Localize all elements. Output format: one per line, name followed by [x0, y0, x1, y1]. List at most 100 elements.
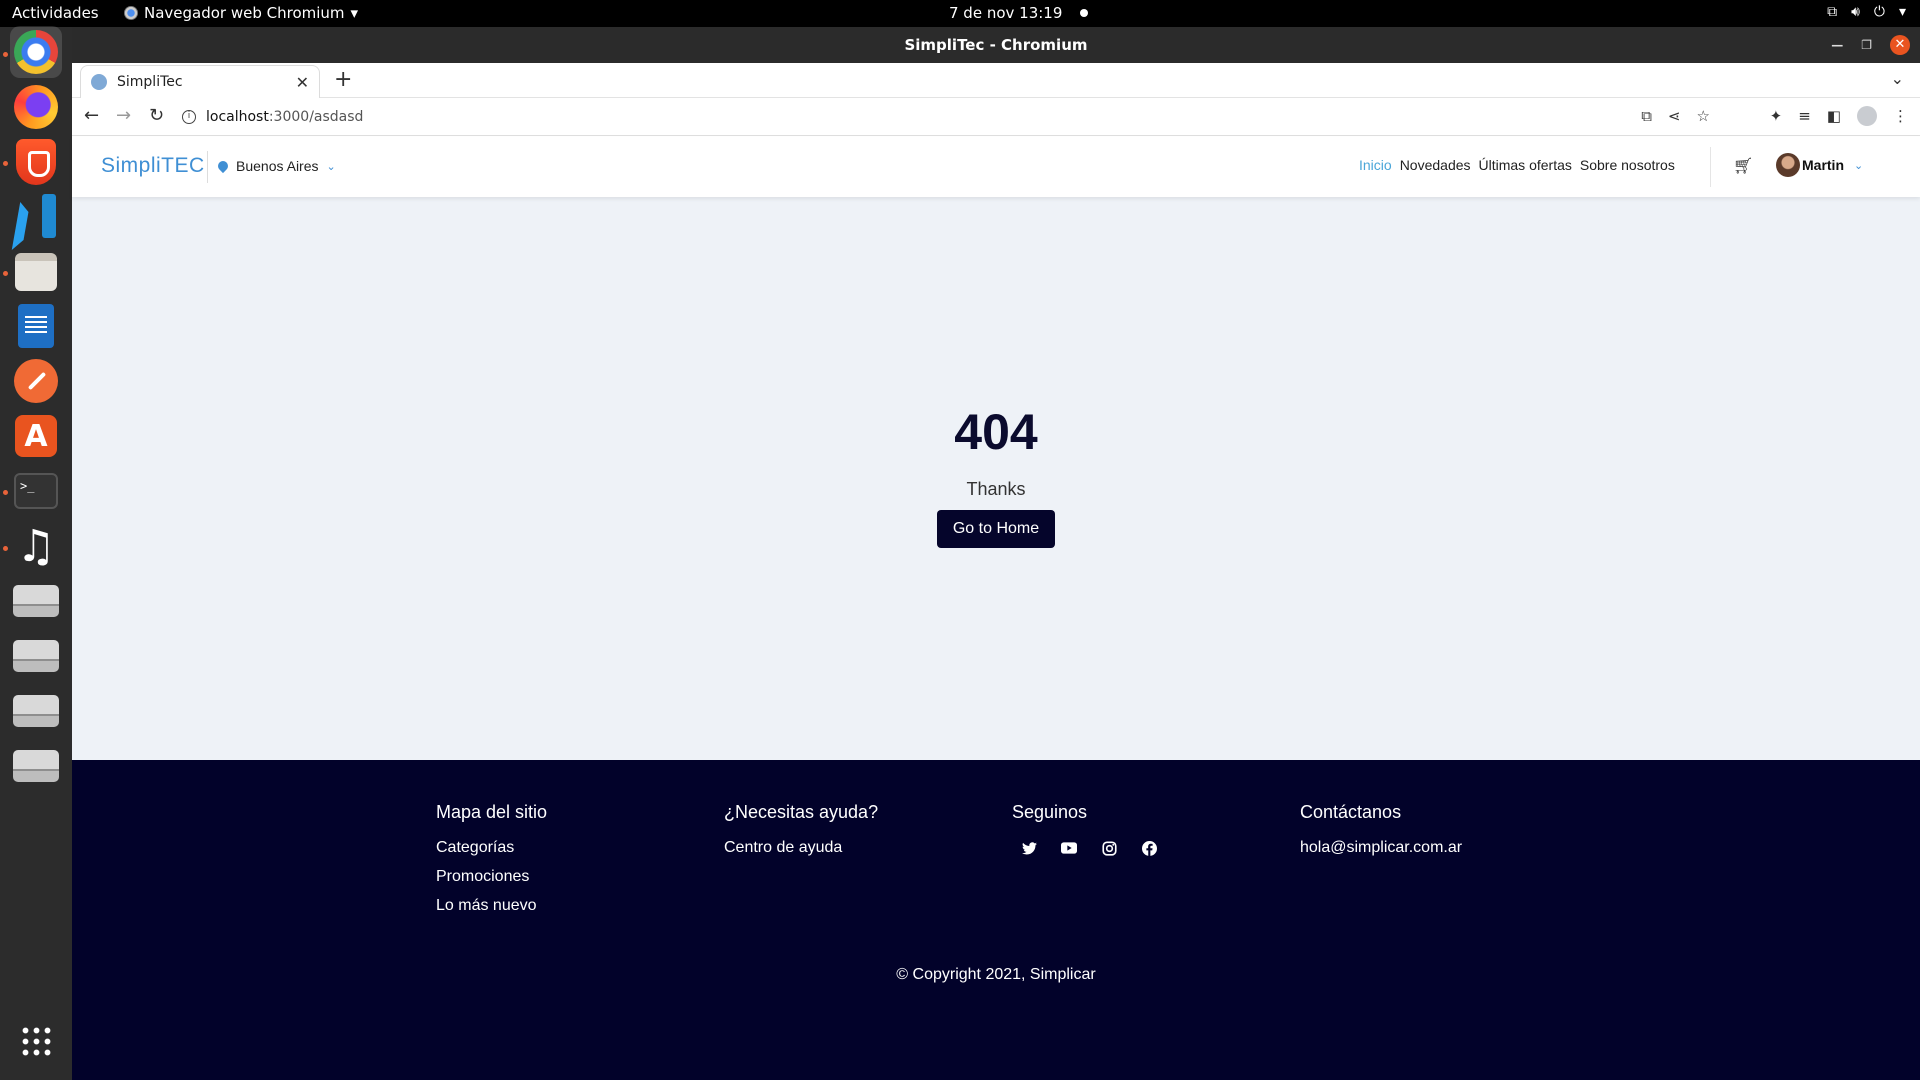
music-icon: ♫ — [16, 520, 56, 572]
dock-drive-3[interactable] — [10, 685, 62, 737]
side-panel-icon[interactable]: ◧ — [1827, 107, 1841, 125]
forward-button[interactable]: → — [116, 105, 131, 126]
footer-link-nuevo[interactable]: Lo más nuevo — [436, 897, 547, 915]
site-footer: Mapa del sitio Categorías Promociones Lo… — [72, 760, 1920, 1080]
user-menu[interactable]: Martin ⌄ — [1776, 153, 1863, 177]
volume-icon: 🔊︎ — [1851, 4, 1860, 20]
web-page: SimpliTEC Buenos Aires ⌄ Inicio Novedade… — [72, 137, 1920, 1080]
dock-files[interactable] — [10, 246, 62, 298]
location-selector[interactable]: Buenos Aires ⌄ — [215, 158, 336, 174]
footer-link-categorias[interactable]: Categorías — [436, 839, 547, 857]
browser-window: SimpliTec - Chromium — ❐ ✕ SimpliTec ✕ +… — [72, 27, 1920, 1080]
running-indicator — [3, 490, 8, 495]
open-in-app-icon[interactable]: ⧉ — [1641, 107, 1652, 125]
bookmark-star-icon[interactable]: ☆ — [1697, 107, 1710, 125]
dock-terminal[interactable]: >_ — [10, 465, 62, 517]
footer-help: ¿Necesitas ayuda? Centro de ayuda — [724, 802, 878, 868]
footer-link-promociones[interactable]: Promociones — [436, 868, 547, 886]
dock-software-center[interactable]: A — [10, 410, 62, 462]
go-home-button[interactable]: Go to Home — [936, 510, 1056, 548]
copyright: © Copyright 2021, Simplicar — [896, 966, 1096, 983]
running-indicator — [3, 161, 8, 166]
site-info-icon[interactable]: i — [182, 110, 196, 124]
nav-link-inicio[interactable]: Inicio — [1359, 157, 1392, 173]
tab-search-chevron-icon[interactable]: ⌄ — [1891, 69, 1904, 88]
tab-close-icon[interactable]: ✕ — [296, 73, 309, 92]
close-window-button[interactable]: ✕ — [1890, 35, 1910, 55]
url-path: :3000/asdasd — [268, 109, 364, 125]
show-apps-button[interactable] — [10, 1015, 62, 1067]
instagram-icon[interactable] — [1100, 839, 1118, 857]
title-bar[interactable]: SimpliTec - Chromium — ❐ ✕ — [72, 27, 1920, 63]
system-tray[interactable]: ⧉ 🔊︎ ⏻ ▾ — [1827, 4, 1906, 20]
dock-drive-4[interactable] — [10, 740, 62, 792]
menu-kebab-icon[interactable]: ⋮ — [1893, 107, 1908, 125]
site-logo[interactable]: SimpliTEC — [101, 154, 205, 178]
twitter-icon[interactable] — [1020, 839, 1038, 857]
app-menu-label: Navegador web Chromium — [144, 4, 345, 22]
site-header: SimpliTEC Buenos Aires ⌄ Inicio Novedade… — [72, 137, 1920, 197]
reload-button[interactable]: ↻ — [149, 105, 164, 126]
nav-link-novedades[interactable]: Novedades — [1400, 157, 1471, 173]
extensions-icon[interactable]: ✦ — [1770, 107, 1783, 125]
chromium-icon — [124, 6, 138, 20]
user-name: Martin — [1802, 157, 1844, 173]
tab-strip: SimpliTec ✕ + ⌄ — [72, 63, 1920, 98]
terminal-icon: >_ — [14, 473, 58, 509]
dock-vscode[interactable] — [10, 190, 62, 242]
footer-sitemap: Mapa del sitio Categorías Promociones Lo… — [436, 802, 547, 926]
footer-heading: Mapa del sitio — [436, 802, 548, 822]
dock: A >_ ♫ — [0, 26, 72, 1080]
dock-chromium[interactable] — [10, 26, 62, 78]
back-button[interactable]: ← — [84, 105, 99, 126]
footer-contact: Contáctanos hola@simplicar.com.ar — [1300, 802, 1462, 868]
nav-link-ofertas[interactable]: Últimas ofertas — [1479, 157, 1572, 173]
activities-button[interactable]: Actividades — [12, 4, 99, 22]
caret-down-icon: ▾ — [350, 4, 359, 22]
clock[interactable]: 7 de nov 13:19 — [949, 4, 1089, 22]
power-icon: ⏻ — [1873, 4, 1885, 20]
running-indicator — [3, 546, 8, 551]
dock-postman[interactable] — [10, 355, 62, 407]
app-menu[interactable]: Navegador web Chromium ▾ — [124, 4, 358, 22]
system-top-bar: Actividades Navegador web Chromium ▾ 7 d… — [0, 0, 1920, 27]
window-title: SimpliTec - Chromium — [904, 36, 1088, 54]
main-nav: Inicio Novedades Últimas ofertas Sobre n… — [1359, 157, 1675, 173]
dock-music[interactable]: ♫ — [10, 520, 62, 572]
media-controls-icon[interactable]: ≡ — [1798, 107, 1811, 125]
running-indicator — [3, 271, 8, 276]
browser-toolbar: ← → ↻ i localhost:3000/asdasd ⧉ ⋖ ☆ ✦ ≡ … — [72, 98, 1920, 136]
maximize-button[interactable]: ❐ — [1861, 38, 1872, 52]
dock-drive-2[interactable] — [10, 630, 62, 682]
drive-icon — [13, 585, 59, 617]
dock-writer[interactable] — [10, 300, 62, 352]
postman-icon — [14, 359, 58, 403]
footer-heading: Contáctanos — [1300, 802, 1402, 822]
dock-brave[interactable] — [10, 136, 62, 188]
share-icon[interactable]: ⋖ — [1668, 107, 1681, 125]
error-message: Thanks — [966, 479, 1026, 499]
nav-link-nosotros[interactable]: Sobre nosotros — [1580, 157, 1675, 173]
new-tab-button[interactable]: + — [334, 67, 352, 92]
dock-firefox[interactable] — [10, 81, 62, 133]
tab-simplitec[interactable]: SimpliTec ✕ — [80, 65, 320, 98]
footer-heading: ¿Necesitas ayuda? — [724, 802, 879, 822]
address-bar[interactable]: i localhost:3000/asdasd — [182, 102, 1830, 132]
facebook-icon[interactable] — [1140, 839, 1158, 857]
minimize-button[interactable]: — — [1831, 38, 1843, 52]
drive-icon — [13, 750, 59, 782]
avatar — [1776, 153, 1800, 177]
favicon-icon — [91, 74, 107, 90]
profile-avatar-icon[interactable] — [1857, 106, 1877, 126]
drive-icon — [13, 640, 59, 672]
contact-email-link[interactable]: hola@simplicar.com.ar — [1300, 839, 1462, 857]
footer-link-centro-ayuda[interactable]: Centro de ayuda — [724, 839, 878, 857]
dock-drive-1[interactable] — [10, 575, 62, 627]
youtube-icon[interactable] — [1060, 839, 1078, 857]
chevron-down-icon: ⌄ — [1854, 159, 1864, 172]
cart-icon[interactable]: 🛒︎ — [1733, 156, 1753, 176]
footer-heading: Seguinos — [1012, 802, 1088, 822]
firefox-icon — [14, 85, 58, 129]
network-icon: ⧉ — [1827, 4, 1838, 20]
vscode-icon — [14, 194, 58, 238]
